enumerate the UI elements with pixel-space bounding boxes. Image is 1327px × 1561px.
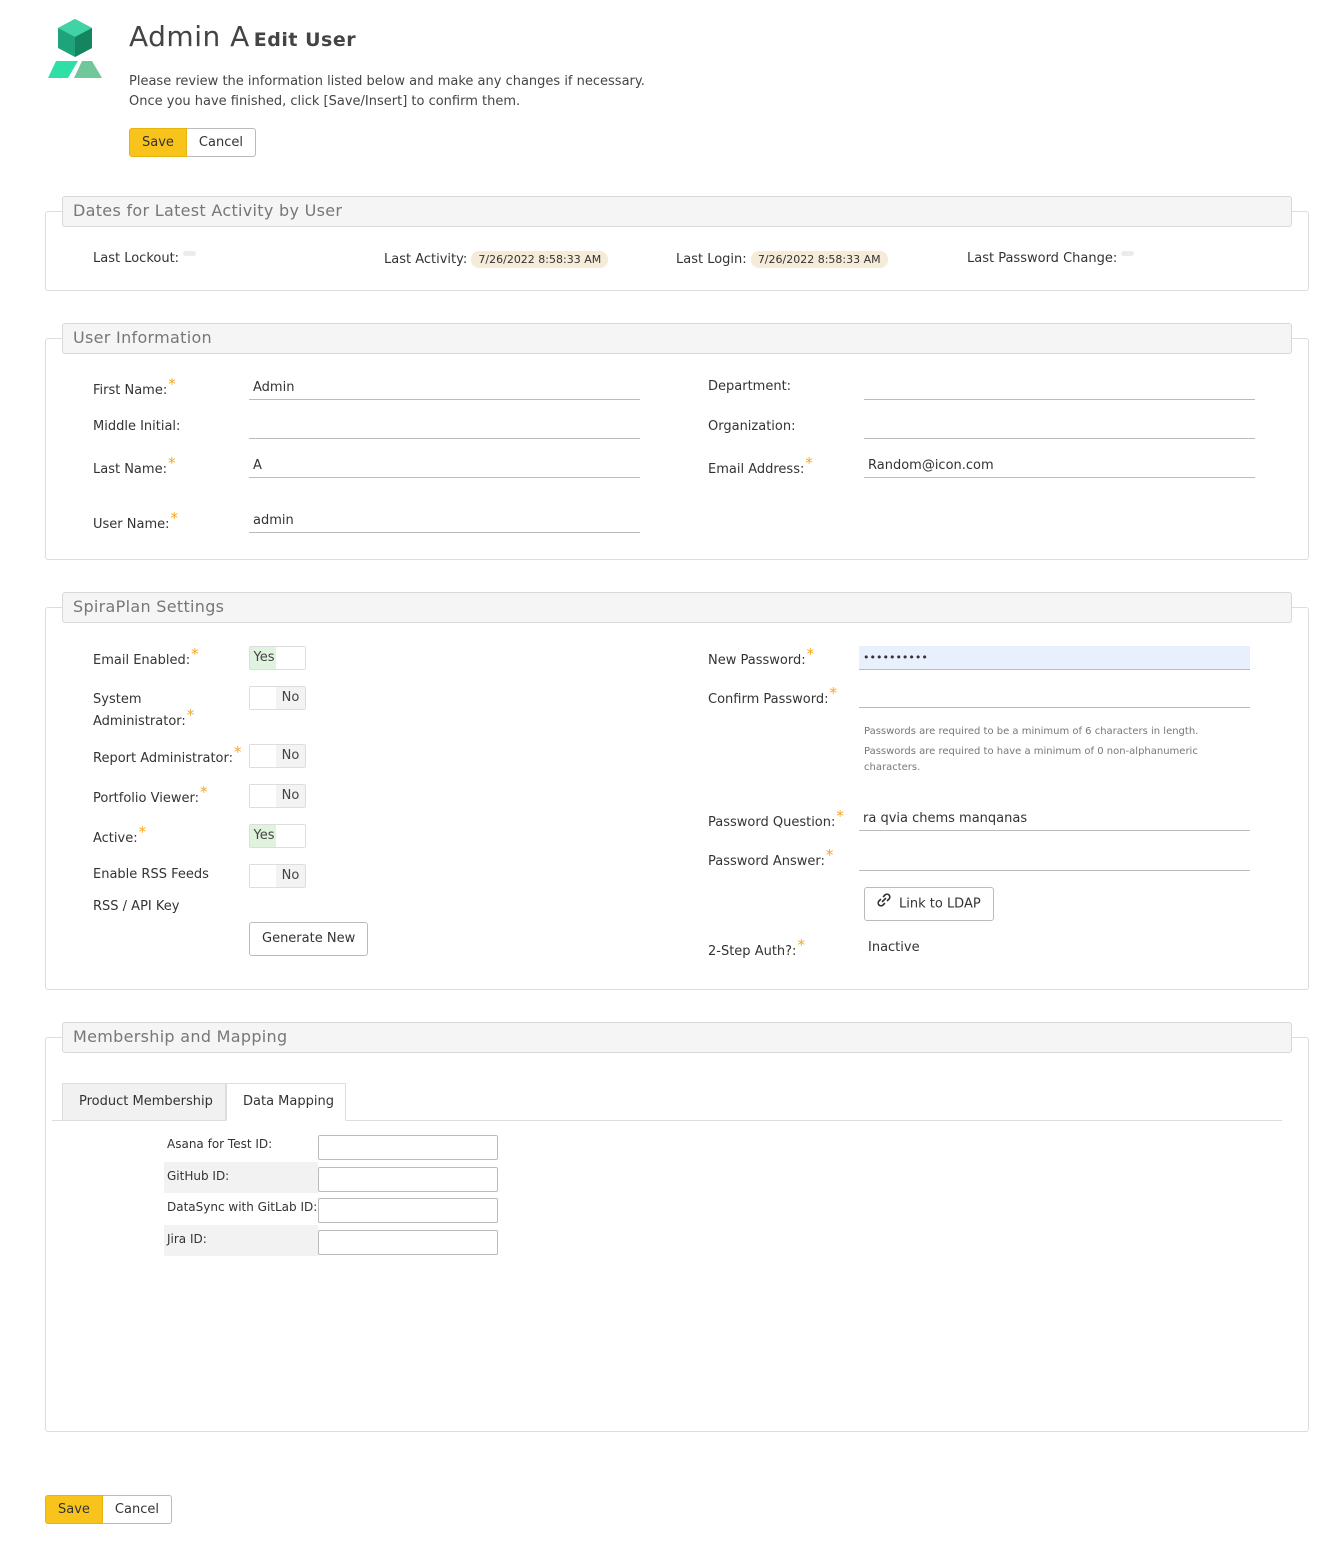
last-login: Last Login: 7/26/2022 8:58:33 AM — [676, 251, 888, 268]
email-enabled-label: Email Enabled: — [93, 650, 199, 668]
last-password-change: Last Password Change: — [967, 251, 1135, 266]
active-label: Active: — [93, 828, 146, 846]
toggle-knob — [250, 865, 278, 887]
tab-product-membership[interactable]: Product Membership — [62, 1083, 226, 1121]
last-activity: Last Activity: 7/26/2022 8:58:33 AM — [384, 251, 609, 268]
spira-logo — [48, 18, 102, 80]
report-admin-value: No — [276, 745, 305, 767]
settings-legend: SpiraPlan Settings — [62, 592, 1292, 623]
last-lockout-label: Last Lockout: — [93, 251, 180, 266]
report-admin-label: Report Administrator: — [93, 748, 242, 766]
sysadmin-label: System Administrator: — [93, 690, 194, 732]
mapping-row-label: Jira ID: — [164, 1225, 318, 1256]
email-enabled-value: Yes — [250, 647, 278, 669]
last-password-change-label: Last Password Change: — [967, 251, 1118, 266]
user-info-legend: User Information — [62, 323, 1292, 354]
last-password-change-value — [1121, 251, 1135, 256]
sysadmin-value: No — [276, 687, 305, 709]
sysadmin-label-line-2: Administrator: — [93, 710, 194, 732]
password-nonalpha-hint-line-2: characters. — [864, 762, 921, 773]
sysadmin-label-line-1: System — [93, 692, 142, 707]
footer-cancel-button[interactable]: Cancel — [102, 1495, 172, 1524]
link-icon — [877, 888, 891, 920]
asana-id-input[interactable] — [318, 1135, 498, 1160]
membership-legend: Membership and Mapping — [62, 1022, 1292, 1053]
page-title: Admin A Edit User — [129, 20, 356, 53]
organization-field[interactable] — [864, 415, 1255, 439]
last-name-label: Last Name: — [93, 459, 175, 477]
intro-line-2: Once you have finished, click [Save/Inse… — [129, 94, 521, 109]
toggle-knob — [276, 647, 305, 669]
active-toggle[interactable]: Yes — [249, 824, 306, 848]
rss-toggle[interactable]: No — [249, 864, 306, 888]
last-lockout: Last Lockout: — [93, 251, 197, 266]
rss-value: No — [276, 865, 305, 887]
password-question-label: Password Question: — [708, 812, 844, 830]
bottom-button-group: Save Cancel — [45, 1495, 172, 1524]
password-answer-field[interactable] — [859, 847, 1250, 871]
page-subtitle: Edit User — [253, 29, 357, 51]
intro-text: Please review the information listed bel… — [129, 72, 645, 112]
middle-initial-label: Middle Initial: — [93, 419, 181, 434]
save-button[interactable]: Save — [129, 128, 187, 157]
password-nonalpha-hint-line-1: Passwords are required to have a minimum… — [864, 746, 1198, 757]
portfolio-viewer-value: No — [276, 785, 305, 807]
confirm-password-field[interactable] — [859, 684, 1250, 708]
user-name-label: User Name: — [93, 514, 178, 532]
confirm-password-label: Confirm Password: — [708, 689, 837, 707]
two-step-value: Inactive — [868, 940, 920, 955]
toggle-knob — [250, 745, 278, 767]
portfolio-viewer-label: Portfolio Viewer: — [93, 788, 207, 806]
toggle-knob — [250, 785, 278, 807]
password-question-field[interactable]: ra qvia chems manqanas — [859, 807, 1250, 831]
department-label: Department: — [708, 379, 792, 394]
jira-id-input[interactable] — [318, 1230, 498, 1255]
two-step-label: 2-Step Auth?: — [708, 941, 805, 959]
page-title-main: Admin A — [129, 20, 250, 53]
gitlab-id-input[interactable] — [318, 1198, 498, 1223]
email-enabled-toggle[interactable]: Yes — [249, 646, 306, 670]
department-field[interactable] — [864, 376, 1255, 400]
email-label: Email Address: — [708, 459, 813, 477]
mapping-row-label: GitHub ID: — [164, 1162, 318, 1193]
new-password-field[interactable]: •••••••••• — [859, 646, 1250, 670]
intro-line-1: Please review the information listed bel… — [129, 74, 645, 89]
mapping-row-label: DataSync with GitLab ID: — [167, 1200, 318, 1214]
active-value: Yes — [250, 825, 278, 847]
password-answer-label: Password Answer: — [708, 851, 833, 869]
toggle-knob — [276, 825, 305, 847]
email-field[interactable]: Random@icon.com — [864, 454, 1255, 478]
last-login-value: 7/26/2022 8:58:33 AM — [750, 251, 888, 268]
rss-label: Enable RSS Feeds — [93, 867, 209, 882]
toggle-knob — [250, 687, 278, 709]
user-name-field[interactable]: admin — [249, 509, 640, 533]
top-button-group: Save Cancel — [129, 128, 256, 157]
github-id-input[interactable] — [318, 1167, 498, 1192]
link-ldap-label: Link to LDAP — [899, 896, 981, 912]
sysadmin-toggle[interactable]: No — [249, 686, 306, 710]
middle-initial-field[interactable] — [249, 415, 640, 439]
report-admin-toggle[interactable]: No — [249, 744, 306, 768]
link-ldap-button[interactable]: Link to LDAP — [864, 887, 994, 921]
footer-save-button[interactable]: Save — [45, 1495, 103, 1524]
organization-label: Organization: — [708, 419, 796, 434]
password-nonalpha-hint: Passwords are required to have a minimum… — [864, 744, 1198, 776]
last-name-field[interactable]: A — [249, 454, 640, 478]
mapping-row-label: Asana for Test ID: — [167, 1137, 273, 1151]
rss-key-label: RSS / API Key — [93, 899, 180, 914]
portfolio-viewer-toggle[interactable]: No — [249, 784, 306, 808]
last-login-label: Last Login: — [676, 252, 747, 267]
first-name-field[interactable]: Admin — [249, 376, 640, 400]
user-info-fieldset — [45, 338, 1309, 560]
activity-legend: Dates for Latest Activity by User — [62, 196, 1292, 227]
last-activity-value: 7/26/2022 8:58:33 AM — [471, 251, 609, 268]
password-length-hint: Passwords are required to be a minimum o… — [864, 726, 1199, 737]
new-password-label: New Password: — [708, 650, 814, 668]
last-lockout-value — [183, 251, 197, 256]
tab-data-mapping[interactable]: Data Mapping — [226, 1083, 346, 1121]
generate-new-button[interactable]: Generate New — [249, 922, 369, 956]
cancel-button[interactable]: Cancel — [186, 128, 256, 157]
first-name-label: First Name: — [93, 380, 176, 398]
last-activity-label: Last Activity: — [384, 252, 468, 267]
